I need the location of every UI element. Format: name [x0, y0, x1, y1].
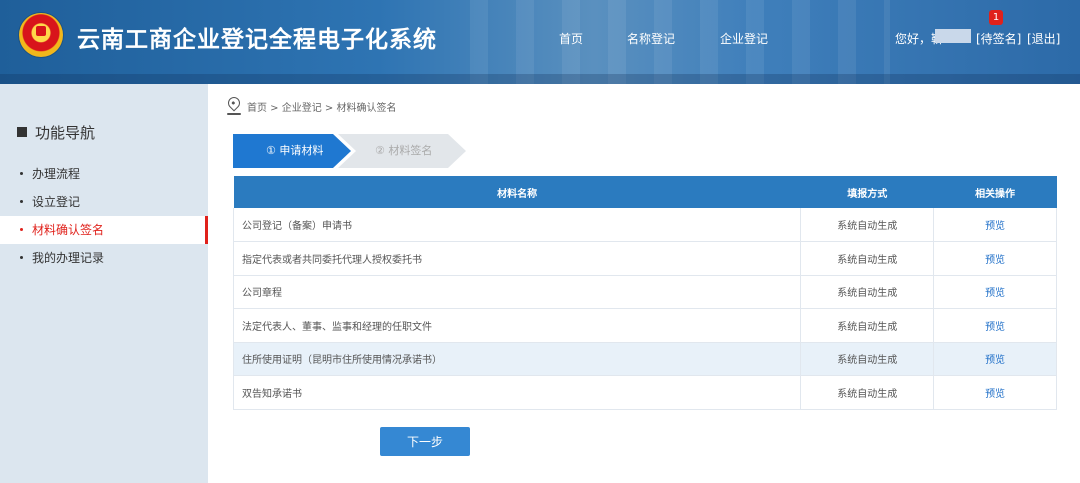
sidebar-item-establishment[interactable]: 设立登记 — [0, 188, 208, 216]
table-row: 公司章程 系统自动生成 预览 — [232, 275, 1057, 309]
fill-mode: 系统自动生成 — [800, 342, 934, 376]
sidebar: 功能导航 办理流程 设立登记 材料确认签名 我的办理记录 — [0, 84, 208, 483]
bullet-icon — [20, 172, 23, 175]
step-apply-materials: ① 申请材料 — [233, 134, 351, 168]
material-name: 公司登记（备案）申请书 — [232, 208, 801, 242]
preview-link[interactable]: 预览 — [985, 288, 1005, 299]
nav-home-link[interactable]: 首页 — [559, 30, 583, 47]
bullet-icon — [20, 228, 23, 231]
nav-name-registration-link[interactable]: 名称登记 — [627, 30, 675, 47]
preview-link[interactable]: 预览 — [985, 355, 1005, 366]
table-row: 法定代表人、董事、监事和经理的任职文件 系统自动生成 预览 — [232, 308, 1057, 343]
table-row: 指定代表或者共同委托代理人授权委托书 系统自动生成 预览 — [232, 241, 1057, 276]
fill-mode: 系统自动生成 — [800, 208, 934, 242]
bullet-icon — [20, 256, 23, 259]
material-name: 法定代表人、董事、监事和经理的任职文件 — [232, 308, 801, 343]
breadcrumb: 首页 > 企业登记 > 材料确认签名 — [247, 103, 397, 114]
fill-mode: 系统自动生成 — [800, 308, 934, 343]
app-title: 云南工商企业登记全程电子化系统 — [77, 27, 437, 53]
nav-enterprise-registration-link[interactable]: 企业登记 — [720, 30, 768, 47]
preview-link[interactable]: 预览 — [985, 389, 1005, 400]
pending-signature-link[interactable]: [待签名] — [976, 30, 1021, 47]
location-pin-icon — [225, 94, 243, 112]
logout-link[interactable]: [退出] — [1027, 30, 1060, 47]
material-name: 双告知承诺书 — [232, 375, 801, 410]
username-redaction — [935, 29, 971, 43]
preview-link[interactable]: 预览 — [985, 221, 1005, 232]
table-row: 双告知承诺书 系统自动生成 预览 — [232, 375, 1057, 410]
sidebar-item-material-signing[interactable]: 材料确认签名 — [0, 216, 208, 244]
square-bullet-icon — [17, 127, 27, 137]
table-header-row: 材料名称 填报方式 相关操作 — [233, 176, 1057, 208]
fill-mode: 系统自动生成 — [800, 241, 934, 276]
fill-mode: 系统自动生成 — [800, 275, 934, 309]
emblem-logo-icon — [19, 13, 63, 57]
bullet-icon — [20, 200, 23, 203]
sidebar-title: 功能导航 — [17, 122, 95, 143]
materials-table: 材料名称 填报方式 相关操作 公司登记（备案）申请书 系统自动生成 预览 指定代… — [232, 176, 1057, 410]
sidebar-item-my-records[interactable]: 我的办理记录 — [0, 244, 208, 272]
preview-link[interactable]: 预览 — [985, 322, 1005, 333]
col-header-name: 材料名称 — [233, 176, 801, 208]
app-header: 云南工商企业登记全程电子化系统 首页 名称登记 企业登记 您好，靳 1 [待签名… — [0, 0, 1080, 84]
pending-count-badge: 1 — [989, 10, 1003, 25]
material-name: 指定代表或者共同委托代理人授权委托书 — [232, 241, 801, 276]
step-material-signing: ② 材料签名 — [338, 134, 466, 168]
table-row: 住所使用证明（昆明市住所使用情况承诺书） 系统自动生成 预览 — [232, 342, 1057, 376]
preview-link[interactable]: 预览 — [985, 255, 1005, 266]
col-header-action: 相关操作 — [933, 176, 1057, 208]
fill-mode: 系统自动生成 — [800, 375, 934, 410]
next-step-button[interactable]: 下一步 — [380, 427, 470, 456]
material-name: 住所使用证明（昆明市住所使用情况承诺书） — [232, 342, 801, 376]
col-header-mode: 填报方式 — [800, 176, 934, 208]
location-pin-base — [227, 113, 241, 115]
material-name: 公司章程 — [232, 275, 801, 309]
sidebar-item-process[interactable]: 办理流程 — [0, 160, 208, 188]
table-row: 公司登记（备案）申请书 系统自动生成 预览 — [232, 208, 1057, 242]
